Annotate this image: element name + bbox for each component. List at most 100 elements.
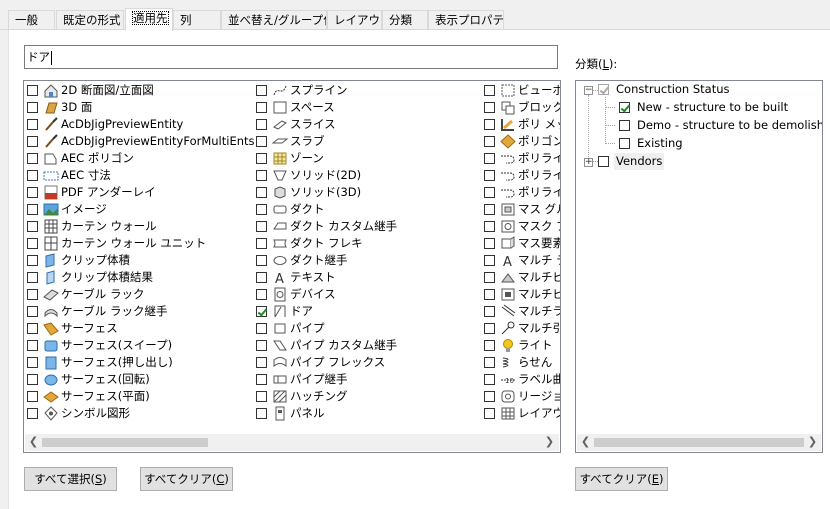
item-checkbox[interactable] — [256, 85, 267, 96]
item-checkbox[interactable] — [256, 221, 267, 232]
object-type-item[interactable]: サーフェス(平面) — [24, 388, 256, 405]
item-checkbox[interactable] — [27, 255, 38, 266]
tab-layout[interactable]: レイアウト — [327, 10, 382, 30]
item-checkbox[interactable] — [484, 187, 495, 198]
object-type-item[interactable]: クリップ体積 — [24, 252, 256, 269]
collapse-icon[interactable]: − — [584, 86, 593, 95]
object-type-item[interactable]: デバイス — [253, 286, 483, 303]
tree-checkbox[interactable] — [619, 120, 630, 131]
scroll-thumb[interactable] — [594, 438, 804, 447]
item-checkbox[interactable] — [484, 255, 495, 266]
item-checkbox[interactable] — [27, 357, 38, 368]
object-type-item[interactable]: サーフェス(スイープ) — [24, 337, 256, 354]
object-type-item[interactable]: AcDbJigPreviewEntityForMultiEnts — [24, 133, 256, 150]
select-all-button[interactable]: すべて選択(S) — [24, 467, 117, 491]
object-type-item[interactable]: ライト — [481, 337, 560, 354]
item-checkbox[interactable] — [484, 272, 495, 283]
object-type-item[interactable]: リージョン — [481, 388, 560, 405]
item-checkbox[interactable] — [27, 408, 38, 419]
object-type-item[interactable]: マルチ引 — [481, 320, 560, 337]
object-type-item[interactable]: マルチライ — [481, 303, 560, 320]
tree-checkbox[interactable] — [598, 84, 609, 95]
tree-checkbox[interactable] — [619, 102, 630, 113]
item-checkbox[interactable] — [256, 187, 267, 198]
item-checkbox[interactable] — [27, 306, 38, 317]
object-type-item[interactable]: 2D 断面図/立面図 — [24, 82, 256, 99]
object-type-item[interactable]: ハッチング — [253, 388, 483, 405]
item-checkbox[interactable] — [484, 374, 495, 385]
item-checkbox[interactable] — [484, 391, 495, 402]
item-checkbox[interactable] — [484, 340, 495, 351]
item-checkbox[interactable] — [256, 408, 267, 419]
object-type-item[interactable]: ポリライン — [481, 150, 560, 167]
object-type-item[interactable]: マス要素 — [481, 235, 560, 252]
tab-classification[interactable]: 分類 — [382, 10, 428, 30]
object-type-item[interactable]: ソリッド(2D) — [253, 167, 483, 184]
item-checkbox[interactable] — [256, 306, 267, 317]
scroll-left-icon[interactable]: ❮ — [577, 434, 594, 451]
object-type-item[interactable]: マス グル — [481, 201, 560, 218]
object-type-item[interactable]: クリップ体積結果 — [24, 269, 256, 286]
item-checkbox[interactable] — [256, 340, 267, 351]
object-type-item[interactable]: AEC ポリゴン — [24, 150, 256, 167]
item-checkbox[interactable] — [484, 119, 495, 130]
item-checkbox[interactable] — [256, 136, 267, 147]
object-type-item[interactable]: スペース — [253, 99, 483, 116]
item-checkbox[interactable] — [27, 119, 38, 130]
item-checkbox[interactable] — [256, 153, 267, 164]
item-checkbox[interactable] — [484, 153, 495, 164]
item-checkbox[interactable] — [27, 85, 38, 96]
item-checkbox[interactable] — [27, 238, 38, 249]
object-type-item[interactable]: ポリライン — [481, 167, 560, 184]
object-type-item[interactable]: スライス — [253, 116, 483, 133]
object-type-item[interactable]: 3D 面 — [24, 99, 256, 116]
object-type-item[interactable]: シンボル図形 — [24, 405, 256, 422]
object-type-item[interactable]: ビューポー — [481, 82, 560, 99]
tab-default-format[interactable]: 既定の形式 — [56, 10, 124, 30]
item-checkbox[interactable] — [484, 204, 495, 215]
item-checkbox[interactable] — [27, 102, 38, 113]
object-type-item[interactable]: カーテン ウォール — [24, 218, 256, 235]
object-type-item[interactable]: パネル — [253, 405, 483, 422]
object-type-item[interactable]: レイアウ — [481, 405, 560, 422]
object-type-item[interactable]: A テキスト — [253, 269, 483, 287]
item-checkbox[interactable] — [256, 374, 267, 385]
item-checkbox[interactable] — [27, 323, 38, 334]
scroll-right-icon[interactable]: ❯ — [541, 434, 558, 451]
item-checkbox[interactable] — [484, 408, 495, 419]
object-type-item[interactable]: ポリゴン — [481, 133, 560, 150]
object-type-item[interactable]: ポリ メッシ — [481, 116, 560, 133]
object-type-item[interactable]: らせん — [481, 354, 560, 371]
object-type-item[interactable]: マスク ブ — [481, 218, 560, 235]
item-checkbox[interactable] — [256, 391, 267, 402]
expand-icon[interactable]: + — [584, 158, 593, 167]
item-checkbox[interactable] — [256, 255, 267, 266]
object-type-item[interactable]: カーテン ウォール ユニット — [24, 235, 256, 252]
item-checkbox[interactable] — [256, 323, 267, 334]
object-type-item[interactable]: ポリライン — [481, 184, 560, 201]
object-type-item[interactable]: パイプ カスタム継手 — [253, 337, 483, 354]
classification-hscrollbar[interactable]: ❮ ❯ — [577, 434, 821, 451]
object-type-item[interactable]: ダクト カスタム継手 — [253, 218, 483, 235]
item-checkbox[interactable] — [484, 238, 495, 249]
item-checkbox[interactable] — [484, 170, 495, 181]
object-type-item[interactable]: パイプ フレックス — [253, 354, 483, 371]
object-type-item[interactable]: ケーブル ラック — [24, 286, 256, 303]
object-type-item[interactable]: ケーブル ラック継手 — [24, 303, 256, 320]
item-checkbox[interactable] — [484, 289, 495, 300]
object-type-item[interactable]: A マルチ テ — [481, 252, 560, 270]
item-checkbox[interactable] — [484, 221, 495, 232]
scroll-thumb[interactable] — [42, 438, 208, 447]
object-type-item[interactable]: AcDbJigPreviewEntity — [24, 116, 256, 133]
item-checkbox[interactable] — [484, 323, 495, 334]
tree-checkbox[interactable] — [619, 138, 630, 149]
item-checkbox[interactable] — [27, 187, 38, 198]
scroll-right-icon[interactable]: ❯ — [804, 434, 821, 451]
item-checkbox[interactable] — [27, 289, 38, 300]
item-checkbox[interactable] — [256, 102, 267, 113]
tab-columns[interactable]: 列 — [173, 10, 221, 30]
item-checkbox[interactable] — [27, 136, 38, 147]
tab-sort-group[interactable]: 並べ替え/グループ化 — [221, 10, 327, 30]
item-checkbox[interactable] — [484, 357, 495, 368]
object-type-item[interactable]: サーフェス(押し出し) — [24, 354, 256, 371]
